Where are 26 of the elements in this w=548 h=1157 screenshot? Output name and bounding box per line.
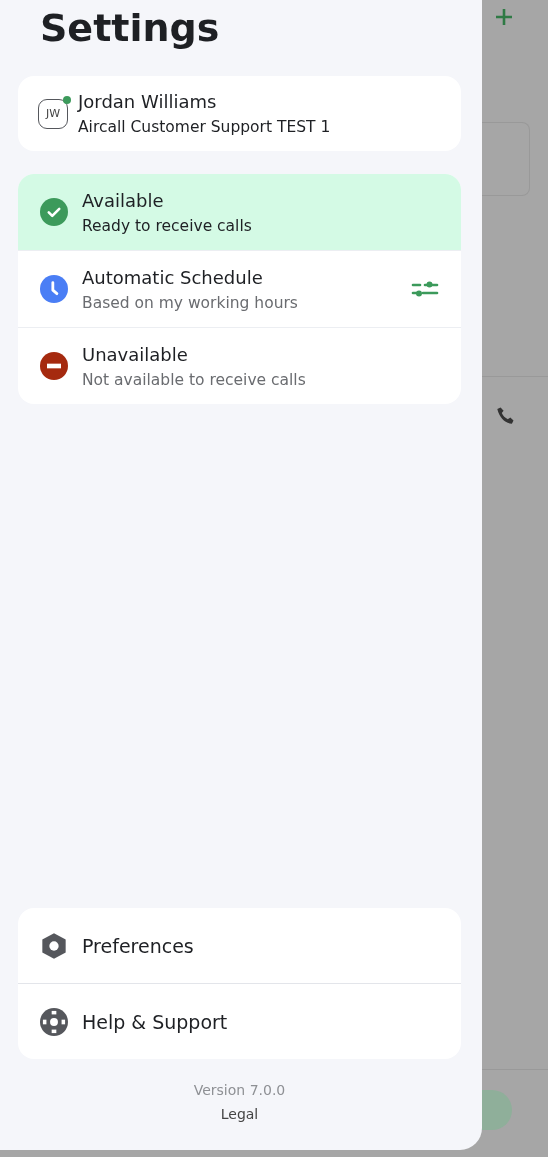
clock-icon bbox=[40, 275, 68, 303]
version-text: Version 7.0.0 bbox=[192, 1082, 287, 1098]
status-description: Based on my working hours bbox=[82, 293, 299, 312]
avatar: JW bbox=[38, 98, 68, 129]
status-description: Not available to receive calls bbox=[82, 370, 307, 389]
sliders-icon[interactable] bbox=[411, 279, 439, 299]
check-circle-icon bbox=[40, 198, 68, 226]
hexagon-icon bbox=[40, 931, 68, 960]
company-name: Aircall Customer Support TEST 1 bbox=[78, 118, 332, 136]
status-label: Unavailable bbox=[82, 343, 189, 365]
user-name: Jordan Williams bbox=[78, 91, 218, 112]
status-option[interactable]: Available Ready to receive calls bbox=[18, 174, 461, 250]
legal-link[interactable]: Legal bbox=[220, 1106, 259, 1122]
profile-card[interactable]: JW Jordan Williams Aircall Customer Support TEST 1 bbox=[18, 76, 461, 151]
lifebuoy-icon bbox=[40, 1007, 68, 1036]
status-label: Automatic Schedule bbox=[82, 266, 264, 288]
status-option[interactable]: Unavailable Not available to receive calls bbox=[18, 327, 461, 404]
status-description: Ready to receive calls bbox=[82, 216, 253, 235]
menu-item[interactable]: Help & Support bbox=[18, 983, 461, 1059]
settings-title: Settings bbox=[40, 5, 221, 52]
plus-icon bbox=[494, 7, 514, 27]
no-entry-icon bbox=[40, 352, 68, 380]
status-label: Available bbox=[82, 189, 165, 211]
button-background bbox=[482, 1090, 512, 1130]
menu-item[interactable]: Preferences bbox=[18, 908, 461, 983]
status-option[interactable]: Automatic Schedule Based on my working hours bbox=[18, 250, 461, 327]
